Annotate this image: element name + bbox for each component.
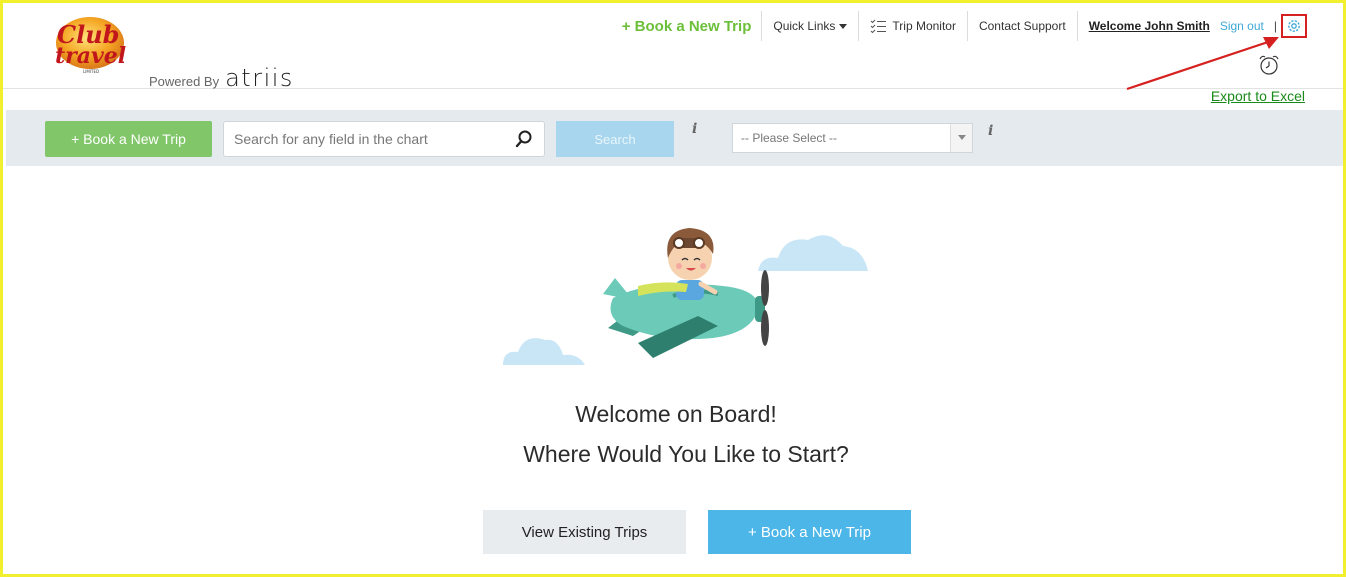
book-new-trip-main-button[interactable]: + Book a New Trip bbox=[708, 510, 911, 554]
search-button[interactable]: Search bbox=[556, 121, 674, 157]
welcome-title: Welcome on Board! bbox=[575, 401, 777, 427]
welcome-user-link[interactable]: Welcome John Smith bbox=[1078, 11, 1218, 41]
club-travel-logo[interactable]: Club travel LIMITED bbox=[47, 13, 133, 77]
sign-out-link[interactable]: Sign out bbox=[1218, 11, 1270, 41]
pilot-airplane-illustration bbox=[503, 228, 868, 365]
nav-trip-monitor[interactable]: Trip Monitor bbox=[859, 11, 968, 41]
checklist-icon bbox=[871, 19, 887, 33]
export-to-excel-link[interactable]: Export to Excel bbox=[1211, 88, 1305, 104]
header: Club travel LIMITED Powered By atriis + … bbox=[3, 3, 1343, 92]
filter-select[interactable]: -- Please Select -- bbox=[732, 123, 973, 153]
powered-by-label: Powered By bbox=[149, 74, 220, 89]
alarm-clock-icon[interactable] bbox=[1257, 53, 1281, 77]
search-box bbox=[223, 121, 545, 157]
app-frame: Club travel LIMITED Powered By atriis + … bbox=[0, 0, 1346, 577]
view-existing-trips-button[interactable]: View Existing Trips bbox=[483, 510, 686, 554]
trip-monitor-label: Trip Monitor bbox=[892, 19, 956, 33]
search-icon[interactable] bbox=[514, 129, 534, 149]
settings-button[interactable] bbox=[1281, 14, 1307, 38]
search-toolbar: + Book a New Trip Search i -- Please Sel… bbox=[6, 110, 1343, 166]
search-input[interactable] bbox=[224, 122, 514, 156]
nav-quick-links[interactable]: Quick Links bbox=[762, 11, 860, 41]
nav-separator: | bbox=[1273, 19, 1277, 33]
info-icon[interactable]: i bbox=[988, 123, 1002, 139]
caret-down-icon bbox=[839, 23, 848, 29]
atriis-brand: atriis bbox=[225, 64, 294, 92]
svg-text:travel: travel bbox=[55, 43, 126, 69]
nav-book-new-trip[interactable]: + Book a New Trip bbox=[611, 11, 763, 41]
cloud-icon bbox=[503, 338, 585, 365]
welcome-subtitle: Where Would You Like to Start? bbox=[523, 441, 849, 467]
nav-contact-support[interactable]: Contact Support bbox=[968, 11, 1078, 41]
svg-text:LIMITED: LIMITED bbox=[83, 69, 99, 74]
info-icon[interactable]: i bbox=[692, 121, 706, 137]
select-value: -- Please Select -- bbox=[741, 131, 838, 145]
book-new-trip-button[interactable]: + Book a New Trip bbox=[45, 121, 212, 157]
chevron-down-icon bbox=[950, 124, 972, 152]
gear-icon bbox=[1288, 20, 1300, 32]
quick-links-label: Quick Links bbox=[773, 19, 836, 33]
cloud-icon bbox=[758, 235, 868, 271]
powered-by: Powered By atriis bbox=[149, 64, 294, 92]
top-nav: + Book a New Trip Quick Links Trip Monit… bbox=[611, 11, 1307, 41]
